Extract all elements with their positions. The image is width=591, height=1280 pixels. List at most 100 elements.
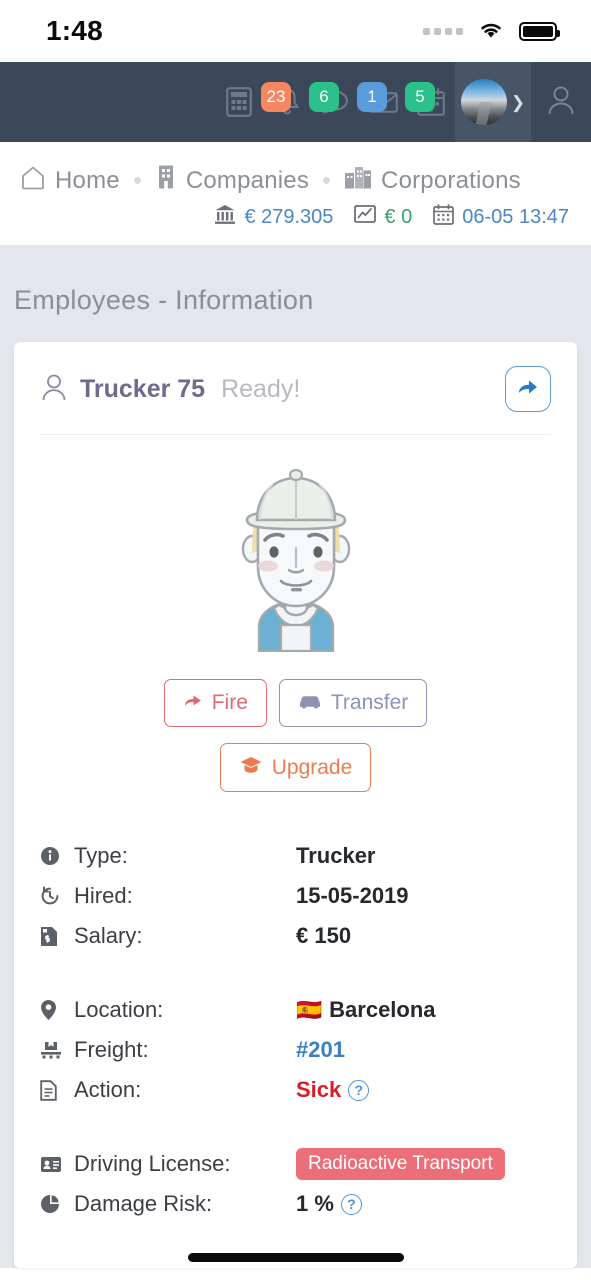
user-avatar-photo [460,79,507,125]
page-content: Employees - Information Trucker 75 Ready… [0,245,591,1268]
breadcrumb-label-companies: Companies [185,166,310,194]
stock-value: € 0 [384,205,413,228]
detail-row-freight: Freight: #201 [40,1030,551,1070]
detail-row-salary: Salary: € 150 [40,916,551,956]
detail-row-type: Type: Trucker [40,836,551,876]
finance-bank-balance[interactable]: € 279.305 [214,203,333,231]
status-bar-indicators [423,19,560,44]
car-icon [298,691,322,715]
map-pin-icon [40,999,74,1021]
notifications-badge: 23 [261,82,291,112]
detail-label-action: Action: [74,1077,142,1102]
chevron-down-icon: ❯ [510,92,526,112]
navbar-account-button[interactable] [531,62,591,142]
driving-license-badge: Radioactive Transport [296,1148,505,1180]
help-icon[interactable]: ? [348,1079,370,1101]
breadcrumb-item-corporations[interactable]: Corporations [344,164,521,197]
share-arrow-icon [183,691,203,715]
upgrade-button-label: Upgrade [271,755,353,779]
bank-balance-value: € 279.305 [244,205,334,228]
fire-button[interactable]: Fire [163,679,267,727]
status-bar-time: 1:48 [46,15,103,46]
corporations-icon [344,164,372,197]
fire-button-label: Fire [211,691,248,714]
invoice-icon [40,926,74,947]
detail-group-employment: Type: Trucker Hired: 15-05-2019 Salary: … [40,836,551,956]
messages-badge: 6 [309,82,339,112]
employee-name: Trucker 75 [80,374,206,403]
navbar-calculator-button[interactable] [215,62,263,142]
detail-row-location: Location: 🇪🇸 Barcelona [40,990,551,1030]
calculator-icon [226,87,252,117]
page-title: Employees - Information [14,285,314,315]
breadcrumb-separator [323,177,331,184]
mail-badge: 1 [357,82,387,112]
primary-action-buttons: Fire Transfer [40,661,551,727]
detail-value-damage-risk: 1 % ? [296,1191,362,1217]
location-city-name: Barcelona [329,997,436,1022]
spain-flag-icon: 🇪🇸 [296,998,323,1022]
detail-value-freight[interactable]: #201 [296,1037,345,1063]
navbar-messages-button[interactable]: 6 [309,62,359,142]
employee-identity: Trucker 75 Ready! [40,372,300,407]
share-button[interactable] [505,366,551,412]
share-arrow-icon [516,376,540,403]
battery-full-icon [519,21,560,41]
detail-row-damage-risk: Damage Risk: 1 % ? [40,1184,551,1224]
navbar-icon-group: 23 6 1 5 ❯ [215,62,591,142]
detail-value-action: Sick ? [296,1077,370,1103]
breadcrumb-item-companies[interactable]: Companies [155,164,309,197]
navbar-profile-dropdown[interactable]: ❯ [455,62,531,142]
employee-information-card: Trucker 75 Ready! Fire Transfer Upgrade … [14,342,577,1268]
file-icon [40,1079,74,1101]
calendar-badge: 5 [405,82,435,112]
detail-label-type: Type: [74,843,128,868]
breadcrumb: Home Companies Corporations [0,164,591,197]
detail-label-salary: Salary: [74,923,143,948]
calendar-icon [433,203,455,231]
pallet-icon [40,1040,74,1060]
action-status-text: Sick [296,1077,342,1102]
detail-label-damage-risk: Damage Risk: [74,1191,213,1216]
upgrade-button[interactable]: Upgrade [219,743,372,792]
detail-value-hired: 15-05-2019 [296,883,409,908]
breadcrumb-item-home[interactable]: Home [20,164,120,197]
transfer-button-label: Transfer [330,691,409,714]
home-indicator-bar [187,1253,404,1262]
detail-label-location: Location: [74,997,164,1022]
detail-label-hired: Hired: [74,883,133,908]
detail-label-freight: Freight: [74,1037,149,1062]
info-circle-icon [40,846,74,866]
id-card-icon [40,1156,74,1173]
employee-status: Ready! [221,374,301,403]
breadcrumb-label-home: Home [55,166,120,194]
top-navbar: 23 6 1 5 ❯ [0,62,591,142]
cellular-signal-icon [423,27,463,35]
user-outline-icon [546,84,576,121]
help-icon[interactable]: ? [340,1193,362,1215]
wifi-icon [477,19,505,44]
detail-value-location: 🇪🇸 Barcelona [296,997,436,1023]
navbar-mail-button[interactable]: 1 [357,62,407,142]
finance-summary-bar: € 279.305 € 0 06-05 13:47 [0,197,591,231]
finance-stock-value[interactable]: € 0 [354,204,412,230]
detail-label-driving-license: Driving License: [74,1151,231,1176]
bank-icon [214,203,236,231]
graduation-cap-icon [239,755,263,780]
ios-status-bar: 1:48 [0,0,591,62]
transfer-button[interactable]: Transfer [278,679,428,727]
detail-group-qualification: Driving License: Radioactive Transport D… [40,1144,551,1224]
finance-date[interactable]: 06-05 13:47 [433,203,569,231]
breadcrumb-label-corporations: Corporations [381,166,521,194]
detail-value-type: Trucker [296,843,376,868]
user-outline-icon [40,372,68,407]
detail-value-salary: € 150 [296,923,352,948]
navbar-notifications-button[interactable]: 23 [261,62,311,142]
detail-row-hired: Hired: 15-05-2019 [40,876,551,916]
pie-chart-icon [40,1194,74,1214]
breadcrumb-separator [133,177,141,184]
damage-risk-percent: 1 % [296,1191,334,1216]
navbar-calendar-button[interactable]: 5 [405,62,455,142]
detail-row-driving-license: Driving License: Radioactive Transport [40,1144,551,1184]
employee-details: Type: Trucker Hired: 15-05-2019 Salary: … [40,792,551,1224]
